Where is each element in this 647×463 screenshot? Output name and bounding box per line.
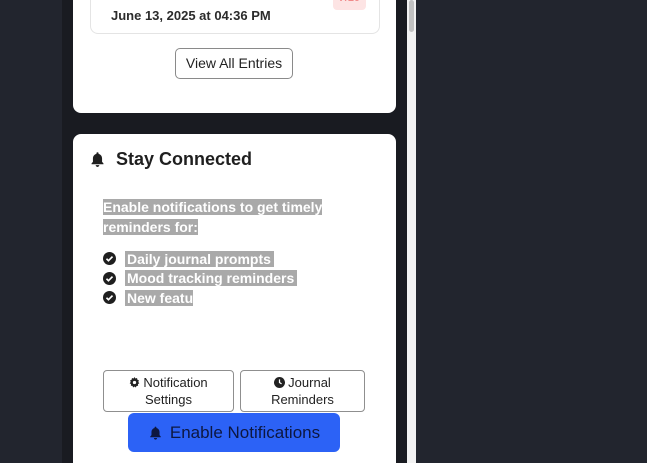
recent-entries-card: June 13, 2025 at 04:36 PM 7/10 View All … bbox=[73, 0, 396, 113]
bell-icon bbox=[148, 425, 163, 441]
reminders-label-line-2: Reminders bbox=[271, 391, 334, 407]
settings-label-line-1: Notification bbox=[143, 374, 208, 390]
bell-icon bbox=[89, 151, 106, 168]
journal-reminders-button[interactable]: Journal Reminders bbox=[240, 370, 365, 412]
check-circle-icon bbox=[103, 291, 116, 305]
settings-label-line-2: Settings bbox=[145, 391, 192, 407]
view-all-entries-button[interactable]: View All Entries bbox=[175, 48, 293, 79]
intro-line-1: Enable notifications to get timely bbox=[103, 199, 323, 215]
feature-label: Mood tracking reminders bbox=[125, 270, 298, 287]
reminders-label-line-1: Journal bbox=[288, 374, 331, 390]
clock-icon bbox=[274, 376, 286, 392]
notification-note: You can manage notification settings at … bbox=[103, 324, 354, 356]
feature-label: New features and updates bbox=[125, 289, 304, 306]
feature-list: Daily journal prompts Mood tracking remi… bbox=[103, 249, 304, 308]
list-item: Mood tracking reminders bbox=[103, 269, 304, 289]
scrollbar-thumb[interactable] bbox=[409, 0, 414, 32]
journal-entry[interactable]: June 13, 2025 at 04:36 PM 7/10 bbox=[90, 0, 380, 34]
notification-intro: Enable notifications to get timely remin… bbox=[103, 197, 338, 237]
check-circle-icon bbox=[103, 271, 116, 285]
check-circle-icon bbox=[103, 252, 116, 266]
intro-line-2: reminders for: bbox=[103, 219, 198, 235]
gear-icon bbox=[129, 376, 140, 392]
feature-label: Daily journal prompts bbox=[125, 250, 274, 267]
scrollbar[interactable] bbox=[407, 0, 416, 463]
mood-score-badge: 7/10 bbox=[332, 0, 366, 10]
enable-notifications-label: Enable Notifications bbox=[169, 422, 321, 442]
enable-notifications-button[interactable]: Enable Notifications bbox=[128, 413, 340, 452]
stay-connected-card: Stay Connected Enable notifications to g… bbox=[73, 134, 396, 463]
list-item: New features and updates bbox=[103, 288, 304, 308]
journal-panel: June 13, 2025 at 04:36 PM 7/10 View All … bbox=[62, 0, 407, 463]
card-title: Stay Connected bbox=[116, 149, 253, 169]
card-header: Stay Connected bbox=[89, 149, 252, 170]
notification-settings-button[interactable]: Notification Settings bbox=[103, 370, 234, 412]
list-item: Daily journal prompts bbox=[103, 249, 304, 269]
entry-date: June 13, 2025 at 04:36 PM bbox=[111, 8, 271, 23]
